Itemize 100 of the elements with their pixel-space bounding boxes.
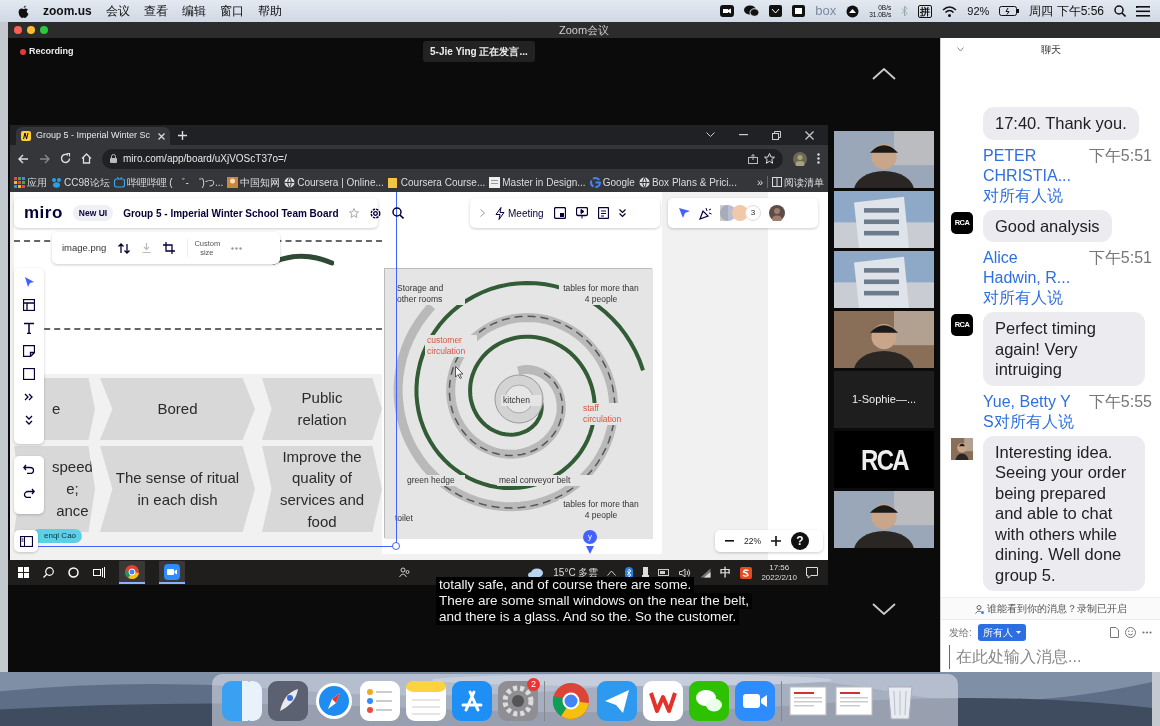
double-chevron-icon[interactable] <box>618 208 626 218</box>
cloud-icon[interactable] <box>528 567 545 578</box>
minimize-icon[interactable] <box>739 134 748 136</box>
taskbar-app[interactable] <box>159 561 185 584</box>
restore-icon[interactable] <box>772 130 781 140</box>
apple-icon[interactable] <box>18 4 29 18</box>
notes-icon[interactable] <box>597 207 609 219</box>
sticky-note-icon[interactable] <box>23 345 35 357</box>
volume-icon[interactable] <box>679 567 692 578</box>
list-icon[interactable] <box>1136 5 1150 17</box>
address-bar[interactable]: miro.com/app/board/uXjVOScT37o=/ <box>102 148 783 169</box>
message-input[interactable]: 在此处输入消息... <box>949 645 1139 669</box>
taskbar-app[interactable] <box>119 561 145 584</box>
swap-icon[interactable] <box>118 242 131 254</box>
app-square-icon[interactable] <box>792 5 806 17</box>
recipient-dropdown[interactable]: 所有人 <box>977 624 1026 641</box>
menu-item[interactable]: 帮助 <box>257 2 282 20</box>
selection-handle[interactable] <box>392 542 400 550</box>
plus-icon[interactable] <box>771 536 781 546</box>
collapse-icon[interactable] <box>957 47 964 52</box>
app-square-icon[interactable] <box>769 5 783 17</box>
bookmark-link[interactable]: Google <box>589 174 635 190</box>
bookmark-link[interactable]: 应用 <box>14 174 47 190</box>
collaborator-count[interactable]: 3 <box>745 205 761 221</box>
bookmarks-overflow[interactable]: » <box>756 173 763 191</box>
bookmark-link[interactable]: Coursera | Online... <box>284 174 384 190</box>
emoji-icon[interactable] <box>1125 627 1136 638</box>
circle-icon[interactable] <box>846 4 860 18</box>
frame-icon[interactable] <box>553 207 566 219</box>
search-icon[interactable] <box>1114 5 1126 17</box>
clock[interactable]: 周四 下午5:56 <box>1029 2 1104 20</box>
compass-icon[interactable] <box>314 681 354 721</box>
battery-icon[interactable] <box>658 569 671 576</box>
more-icon[interactable] <box>1142 631 1152 634</box>
notification-icon[interactable] <box>806 566 818 579</box>
minus-icon[interactable] <box>725 540 734 542</box>
share-icon[interactable] <box>748 153 758 164</box>
weather-text[interactable]: 15°C 多雲 <box>553 565 599 580</box>
meeting-button[interactable]: Meeting <box>495 205 544 221</box>
chevron-down-icon[interactable] <box>872 603 896 615</box>
home-icon[interactable] <box>81 153 92 164</box>
confetti-icon[interactable] <box>699 206 712 220</box>
document-app-icon[interactable] <box>643 681 683 721</box>
chevron-up-icon[interactable] <box>872 68 896 80</box>
start-icon[interactable] <box>18 567 29 578</box>
reading-list-link[interactable]: 阅读清单 <box>772 174 824 190</box>
crop-icon[interactable] <box>163 242 176 254</box>
menu-item[interactable]: 查看 <box>143 2 168 20</box>
people-icon[interactable] <box>399 567 411 578</box>
search-icon[interactable] <box>43 567 54 578</box>
zoom-level[interactable]: 22% <box>744 534 761 548</box>
caret-up-icon[interactable] <box>607 569 617 576</box>
file-icon[interactable] <box>1110 627 1119 638</box>
template-icon[interactable] <box>23 299 35 311</box>
bookmark-link[interactable]: CC98论坛 <box>51 174 110 190</box>
presentation-icon[interactable] <box>575 207 588 219</box>
new-ui-badge[interactable]: New UI <box>72 204 114 222</box>
close-button[interactable] <box>14 26 22 34</box>
input-method[interactable]: 中 <box>720 564 732 581</box>
chevron-down-icon[interactable] <box>706 132 715 138</box>
task-view-icon[interactable] <box>93 567 105 578</box>
expand-icon[interactable] <box>23 414 35 426</box>
board-title[interactable]: Group 5 - Imperial Winter School Team Board <box>123 205 339 221</box>
image-name[interactable]: image.png <box>62 240 107 256</box>
battery-icon[interactable] <box>999 6 1020 16</box>
settings-icon[interactable] <box>368 206 382 220</box>
menu-item[interactable]: 会议 <box>105 2 130 20</box>
more-icon[interactable] <box>817 153 820 164</box>
input-method[interactable]: 拼 <box>918 4 933 18</box>
more-tools-icon[interactable] <box>23 391 35 403</box>
circle-icon[interactable] <box>68 567 79 578</box>
app-tray-icon[interactable] <box>740 566 753 579</box>
undo-icon[interactable] <box>23 464 35 474</box>
forward-icon[interactable] <box>39 153 50 164</box>
bookmark-link[interactable]: Box Plans & Prici... <box>638 174 737 190</box>
rocket-icon[interactable] <box>268 681 308 721</box>
app-menu[interactable]: zoom.us <box>43 2 92 20</box>
panel-toggle[interactable] <box>14 530 38 552</box>
minimize-button[interactable] <box>27 26 35 34</box>
app-store-icon[interactable] <box>452 681 492 721</box>
bluetooth-icon[interactable] <box>625 566 634 579</box>
text-tool-icon[interactable] <box>23 322 35 334</box>
close-icon[interactable] <box>805 130 814 140</box>
checklist-icon[interactable] <box>360 681 400 721</box>
taskbar-time[interactable]: 17:56 <box>769 562 790 573</box>
select-icon[interactable] <box>23 276 35 288</box>
chat-bubbles-icon[interactable] <box>744 5 760 17</box>
bookmark-link[interactable]: 哔哩哔哩 ( ゜- ゜)つ... <box>113 174 224 190</box>
bookmark-link[interactable]: Master in Design... <box>489 174 586 190</box>
cursor-icon[interactable] <box>678 207 691 219</box>
star-icon[interactable] <box>348 208 359 218</box>
privacy-notice[interactable]: 谁能看到你的消息？录制已开启 <box>941 597 1160 620</box>
reload-icon[interactable] <box>60 153 71 164</box>
taskbar-date[interactable]: 2022/2/10 <box>761 572 797 583</box>
help-button[interactable]: ? <box>791 532 809 550</box>
video-camera-icon[interactable] <box>720 5 735 17</box>
browser-tab[interactable]: Group 5 - Imperial Winter Sc <box>16 127 170 145</box>
profile-avatar-icon[interactable] <box>793 151 807 166</box>
search-icon[interactable] <box>391 207 404 219</box>
profile-avatar-icon[interactable] <box>769 205 785 221</box>
